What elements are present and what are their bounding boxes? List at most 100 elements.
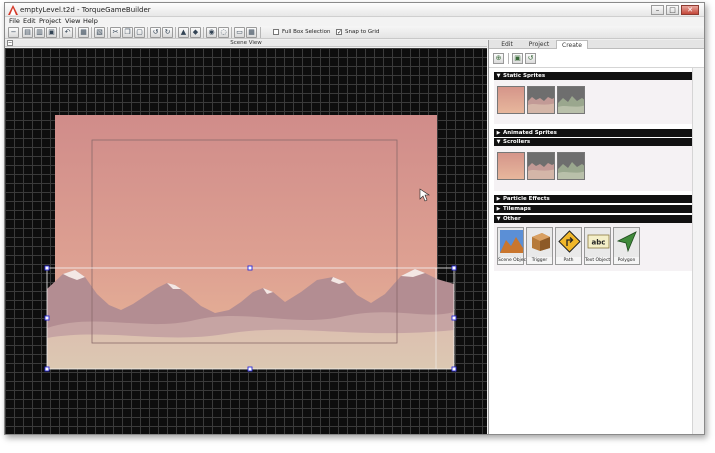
window-title: emptyLevel.t2d - TorqueGameBuilder [20,6,151,14]
grid-icon[interactable]: ▦ [246,27,257,38]
close-icon[interactable]: ✕ [681,5,699,15]
level-icon[interactable]: ◆ [190,27,201,38]
section-title: Other [503,216,521,222]
new-file-icon[interactable]: ▤ [22,27,33,38]
torque-logo-icon [8,5,18,15]
section-title: Animated Sprites [503,130,557,136]
section-title: Particle Effects [503,196,550,202]
minimize-icon[interactable]: – [651,5,664,15]
maximize-icon[interactable]: □ [666,5,679,15]
copy-icon[interactable]: ❐ [122,27,133,38]
undo-history-icon[interactable]: ↶ [62,27,73,38]
open-folder-icon[interactable]: ▥ [34,27,45,38]
menu-help[interactable]: Help [83,17,98,26]
menu-bar: File Edit Project View Help [5,17,704,26]
sprite-thumbnail[interactable] [527,86,555,114]
toolbar-separator [175,27,176,38]
scroller-thumbnail[interactable] [497,152,525,180]
svg-text:abc: abc [592,239,606,247]
project-icon[interactable]: ▦ [78,27,89,38]
trigger-icon [532,233,550,251]
undo-icon[interactable]: ↺ [150,27,161,38]
tile-label: Polygon [614,257,639,264]
toolbar-separator [203,27,204,38]
tab-project[interactable]: Project [522,40,556,49]
toolbar-separator [508,53,509,64]
image-map-builder-icon[interactable]: ▣ [512,53,523,64]
scene-icon[interactable]: ▲ [178,27,189,38]
save-icon[interactable]: ▣ [46,27,57,38]
panel-toolbar: ⊕ ▣ ↺ [489,50,704,68]
section-title: Static Sprites [503,73,546,79]
stop-icon[interactable]: ◌ [218,27,229,38]
full-box-selection-checkbox[interactable] [273,29,279,35]
collapsed-arrow-icon: ▶ [496,206,501,212]
scroller-thumbnail[interactable] [527,152,555,180]
trigger-tile[interactable]: Trigger [526,227,553,265]
expanded-arrow-icon: ▼ [496,139,501,145]
scene-object-tile[interactable]: Scene Object [497,227,528,265]
section-static-sprites[interactable]: ▼ Static Sprites [494,72,692,80]
menu-project[interactable]: Project [39,17,61,26]
scene-view[interactable] [5,48,487,435]
toolbar-separator [75,27,76,38]
cut-icon[interactable]: ✂ [110,27,121,38]
add-resource-icon[interactable]: ⊕ [493,53,504,64]
title-bar: emptyLevel.t2d - TorqueGameBuilder – □ ✕ [5,3,704,17]
menu-view[interactable]: View [65,17,80,26]
refresh-icon[interactable]: ↺ [525,53,536,64]
panel-scrollbar[interactable] [692,68,704,434]
toolbar-separator [91,27,92,38]
other-objects-list: Scene Object Trigger Path abc Text Objec… [494,223,692,271]
collapsed-arrow-icon: ▶ [496,196,501,202]
toolbar-separator [231,27,232,38]
snap-to-grid-label: Snap to Grid [345,29,380,35]
panel-tabs: Edit Project Create [489,40,704,49]
scene-object-icon [500,230,523,253]
tab-edit[interactable]: Edit [492,40,522,49]
section-other[interactable]: ▼ Other [494,215,692,223]
menu-file[interactable]: File [9,17,20,26]
tile-label: Path [556,257,581,264]
redo-icon[interactable]: ↻ [162,27,173,38]
create-panel: Edit Project Create ⊕ ▣ ↺ ▼ Static Sprite… [488,40,704,434]
section-title: Scrollers [503,139,531,145]
scene-canvas[interactable] [5,48,487,435]
snap-to-grid-checkbox[interactable]: ✓ [336,29,342,36]
full-box-selection-label: Full Box Selection [282,29,331,35]
expanded-arrow-icon: ▼ [496,73,501,79]
toolbar-separator [59,27,60,38]
camera-icon[interactable]: ▭ [234,27,245,38]
text-object-icon: abc [587,234,610,249]
app-window: emptyLevel.t2d - TorqueGameBuilder – □ ✕… [4,2,705,435]
toolbar: − ▤ ▥ ▣ ↶ ▦ ▧ ✂ ❐ ▢ ↺ ↻ ▲ ◆ ◉ ◌ ▭ ▦ Full… [5,26,704,60]
collapse-icon[interactable]: − [8,27,19,38]
scene-view-header: − Scene View [5,40,487,47]
toolbar-separator [260,27,261,38]
sprite-thumbnail[interactable] [557,86,585,114]
layers-icon[interactable]: ▧ [94,27,105,38]
polygon-icon [616,231,637,253]
section-scrollers[interactable]: ▼ Scrollers [494,138,692,146]
section-particle-effects[interactable]: ▶ Particle Effects [494,195,692,203]
toolbar-separator [107,27,108,38]
expanded-arrow-icon: ▼ [496,216,501,222]
section-animated-sprites[interactable]: ▶ Animated Sprites [494,129,692,137]
polygon-tile[interactable]: Polygon [613,227,640,265]
static-sprites-list [494,80,692,124]
tile-label: Trigger [527,257,552,264]
play-icon[interactable]: ◉ [206,27,217,38]
tile-label: Scene Object [498,257,528,264]
scroller-thumbnail[interactable] [557,152,585,180]
text-object-tile[interactable]: abc Text Object [584,227,611,265]
section-tilemaps[interactable]: ▶ Tilemaps [494,205,692,213]
path-sign-icon [558,230,581,253]
toolbar-separator [147,27,148,38]
tile-label: Text Object [585,257,611,264]
path-tile[interactable]: Path [555,227,582,265]
paste-icon[interactable]: ▢ [134,27,145,38]
menu-edit[interactable]: Edit [23,17,36,26]
sprite-thumbnail[interactable] [497,86,525,114]
section-title: Tilemaps [503,206,531,212]
tab-create[interactable]: Create [556,40,588,49]
